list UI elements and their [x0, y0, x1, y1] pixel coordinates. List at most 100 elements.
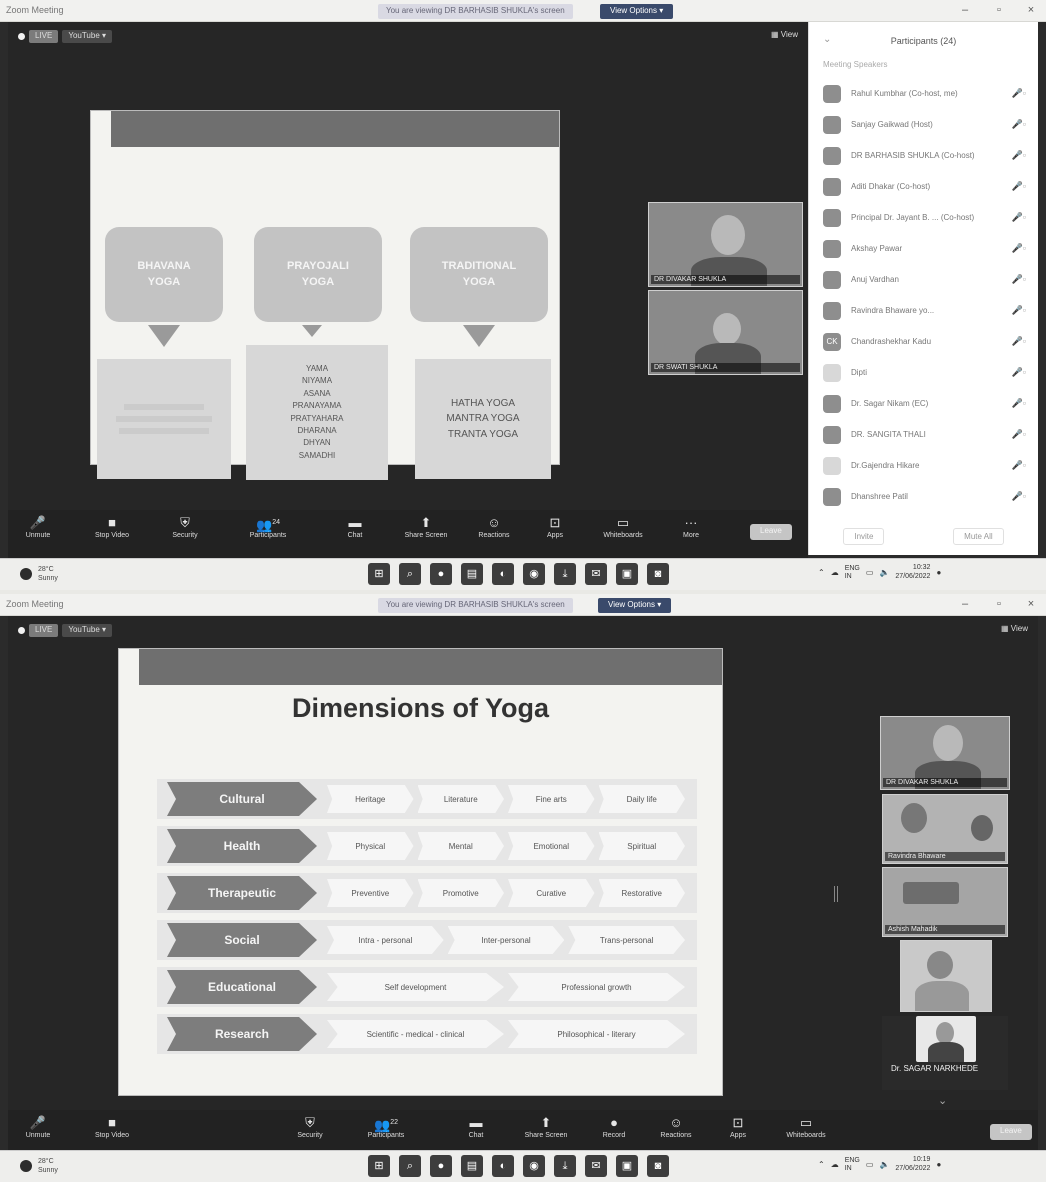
participant-row[interactable]: Rahul Kumbhar (Co-host, me) 🎤▫	[809, 78, 1038, 109]
security-button[interactable]: ⛨ Security	[280, 1114, 340, 1139]
video-tile[interactable]: Ashish Mahadik	[882, 867, 1008, 937]
cloud-icon[interactable]: ☁	[831, 568, 839, 577]
participant-row[interactable]: Aditi Dhakar (Co-host) 🎤▫	[809, 171, 1038, 202]
photos-icon[interactable]: ▣	[616, 563, 638, 585]
participant-row[interactable]: Sanjay Gaikwad (Host) 🎤▫	[809, 109, 1038, 140]
invite-button[interactable]: Invite	[843, 527, 885, 545]
minimize-icon[interactable]: –	[956, 598, 974, 610]
participants-count: 24	[272, 519, 280, 526]
windows-start-icon[interactable]: ⊞	[368, 563, 390, 585]
network-icon[interactable]: ▭	[866, 1160, 874, 1169]
zoom-icon[interactable]: ◙	[647, 563, 669, 585]
restore-icon[interactable]: ▫	[990, 598, 1008, 610]
minimize-icon[interactable]: –	[956, 4, 974, 16]
tray-chevron-icon[interactable]: ⌃	[818, 1160, 825, 1169]
participant-row[interactable]: Dipti 🎤▫	[809, 357, 1038, 388]
cloud-icon[interactable]: ☁	[831, 1160, 839, 1169]
volume-icon[interactable]: 🔈	[879, 1160, 889, 1169]
close-icon[interactable]: ×	[1022, 4, 1040, 16]
language-indicator[interactable]: ENG IN	[845, 1157, 860, 1172]
participant-row[interactable]: DR. SANGITA THALI 🎤▫	[809, 419, 1038, 450]
video-tile[interactable]	[900, 940, 992, 1012]
share-screen-button[interactable]: ⬆ Share Screen	[396, 514, 456, 539]
apps-button[interactable]: ⊡ Apps	[708, 1114, 768, 1139]
participant-row[interactable]: Akshay Pawar 🎤▫	[809, 233, 1038, 264]
security-button[interactable]: ⛨ Security	[155, 514, 215, 539]
zoom-icon[interactable]: ◙	[647, 1155, 669, 1177]
stop-video-button[interactable]: ■ Stop Video	[82, 1114, 142, 1139]
view-button[interactable]: ▦ View	[771, 30, 798, 39]
network-icon[interactable]: ▭	[866, 568, 874, 577]
participants-button[interactable]: 👥24 Participants	[238, 514, 298, 539]
video-tile[interactable]: DR DIVAKAR SHUKLA	[648, 202, 803, 287]
youtube-chip[interactable]: YouTube ▾	[62, 30, 113, 43]
edge-icon[interactable]: ◐	[492, 563, 514, 585]
reactions-button[interactable]: ☺ Reactions	[464, 514, 524, 539]
participant-row[interactable]: Principal Dr. Jayant B. ... (Co-host) 🎤▫	[809, 202, 1038, 233]
camera-app-icon[interactable]: ●	[430, 1155, 452, 1177]
whiteboards-button[interactable]: ▭ Whiteboards	[776, 1114, 836, 1139]
share-screen-button[interactable]: ⬆ Share Screen	[516, 1114, 576, 1139]
mute-all-button[interactable]: Mute All	[953, 527, 1004, 545]
mail-icon[interactable]: ✉	[585, 563, 607, 585]
tray-chevron-icon[interactable]: ⌃	[818, 568, 825, 577]
unmute-button[interactable]: 🎤 Unmute	[8, 1114, 68, 1139]
participant-row[interactable]: Dr. Sagar Nikam (EC) 🎤▫	[809, 388, 1038, 419]
search-icon[interactable]: ⌕	[399, 563, 421, 585]
volume-icon[interactable]: 🔈	[879, 568, 889, 577]
chrome-icon[interactable]: ◉	[523, 1155, 545, 1177]
chat-button[interactable]: ▬ Chat	[446, 1114, 506, 1139]
weather-widget[interactable]: 28°C Sunny	[20, 1157, 58, 1175]
splitter-handle[interactable]	[834, 886, 838, 902]
download-icon[interactable]: ⤓	[554, 563, 576, 585]
whiteboards-button[interactable]: ▭ Whiteboards	[593, 514, 653, 539]
stop-video-button[interactable]: ■ Stop Video	[82, 514, 142, 539]
photos-icon[interactable]: ▣	[616, 1155, 638, 1177]
scroll-down-icon[interactable]: ⌄	[938, 1094, 947, 1107]
apps-button[interactable]: ⊡ Apps	[525, 514, 585, 539]
live-chip[interactable]: LIVE	[29, 624, 59, 637]
view-button[interactable]: ▦ View	[1001, 624, 1028, 633]
chevron-down-icon[interactable]: ⌄	[823, 34, 831, 45]
record-button[interactable]: ● Record	[584, 1114, 644, 1139]
view-options-button[interactable]: View Options ▾	[598, 598, 672, 613]
search-icon[interactable]: ⌕	[399, 1155, 421, 1177]
unmute-button[interactable]: 🎤 Unmute	[8, 514, 68, 539]
clock[interactable]: 10:19 27/06/2022	[895, 1156, 930, 1174]
live-chip[interactable]: LIVE	[29, 30, 59, 43]
video-tile[interactable]: DR DIVAKAR SHUKLA	[880, 716, 1010, 790]
file-explorer-icon[interactable]: ▤	[461, 1155, 483, 1177]
language-indicator[interactable]: ENG IN	[845, 565, 860, 580]
notification-icon[interactable]: ●	[936, 1160, 941, 1169]
download-icon[interactable]: ⤓	[554, 1155, 576, 1177]
notification-icon[interactable]: ●	[936, 568, 941, 577]
chrome-icon[interactable]: ◉	[523, 563, 545, 585]
participant-avatar	[823, 425, 841, 444]
participant-row[interactable]: DR BARHASIB SHUKLA (Co-host) 🎤▫	[809, 140, 1038, 171]
youtube-chip[interactable]: YouTube ▾	[62, 624, 113, 637]
camera-app-icon[interactable]: ●	[430, 563, 452, 585]
restore-icon[interactable]: ▫	[990, 4, 1008, 16]
participant-row[interactable]: Anuj Vardhan 🎤▫	[809, 264, 1038, 295]
file-explorer-icon[interactable]: ▤	[461, 563, 483, 585]
participant-row[interactable]: Dhanshree Patil 🎤▫	[809, 481, 1038, 512]
participant-row[interactable]: Dr.Gajendra Hikare 🎤▫	[809, 450, 1038, 481]
leave-button[interactable]: Leave	[990, 1124, 1032, 1140]
participant-row[interactable]: Ravindra Bhaware yo... 🎤▫	[809, 295, 1038, 326]
participants-button[interactable]: 👥22 Participants	[356, 1114, 416, 1139]
more-button[interactable]: ··· More	[661, 514, 721, 539]
mail-icon[interactable]: ✉	[585, 1155, 607, 1177]
windows-start-icon[interactable]: ⊞	[368, 1155, 390, 1177]
edge-icon[interactable]: ◐	[492, 1155, 514, 1177]
video-tile[interactable]: Ravindra Bhaware	[882, 794, 1008, 864]
participant-row[interactable]: CK Chandrashekhar Kadu 🎤▫	[809, 326, 1038, 357]
view-options-button[interactable]: View Options ▾	[600, 4, 674, 19]
video-tile[interactable]: Dr. SAGAR NARKHEDE	[882, 1016, 1008, 1090]
leave-button[interactable]: Leave	[750, 524, 792, 540]
close-icon[interactable]: ×	[1022, 598, 1040, 610]
weather-widget[interactable]: 28°C Sunny	[20, 565, 58, 583]
chat-button[interactable]: ▬ Chat	[325, 514, 385, 539]
clock[interactable]: 10:32 27/06/2022	[895, 564, 930, 582]
video-tile[interactable]: DR SWATI SHUKLA	[648, 290, 803, 375]
reactions-button[interactable]: ☺ Reactions	[646, 1114, 706, 1139]
